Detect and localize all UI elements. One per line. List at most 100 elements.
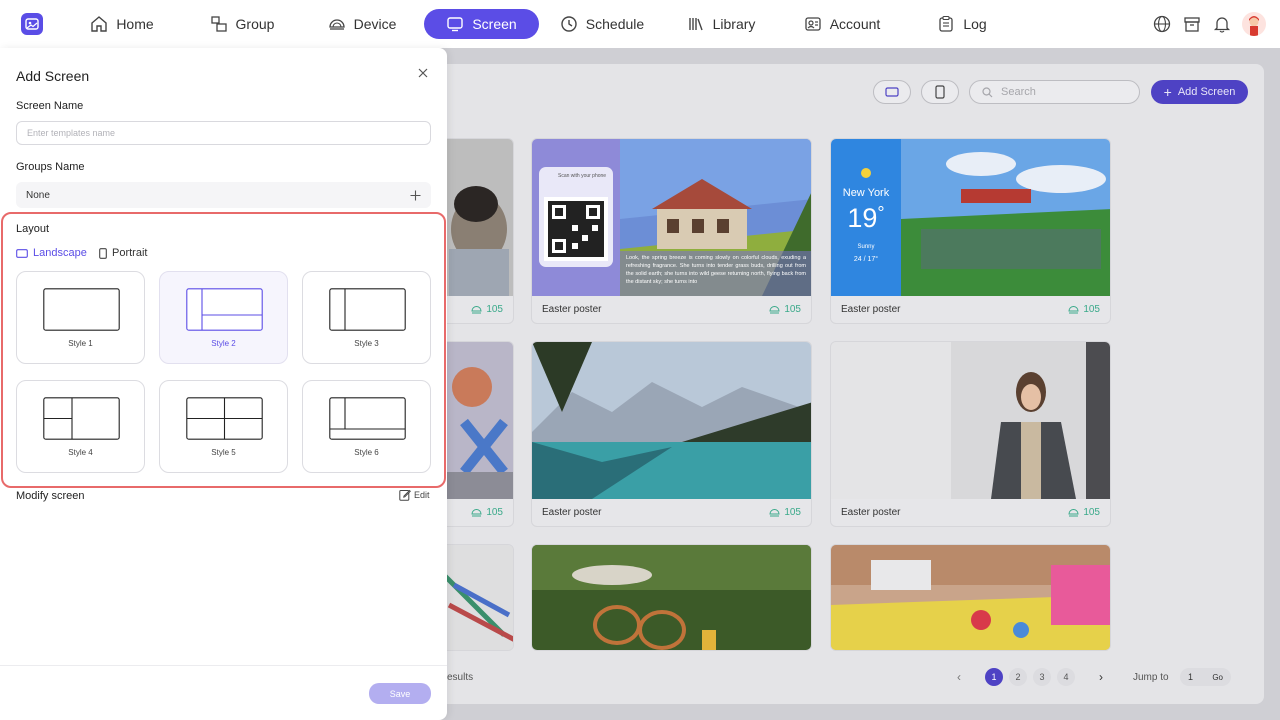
screen-name-label: Screen Name bbox=[16, 100, 84, 112]
layout-style-5-preview bbox=[186, 397, 263, 440]
card-title: Easter poster bbox=[542, 507, 602, 518]
screen-card[interactable]: Scan with your phone Look, the spring br… bbox=[531, 138, 812, 324]
nav-item-schedule[interactable]: Schedule bbox=[556, 9, 648, 39]
layout-style-1[interactable]: Style 1 bbox=[16, 271, 145, 364]
layout-style-6[interactable]: Style 6 bbox=[302, 380, 431, 473]
device-count-icon bbox=[1068, 306, 1079, 314]
weather-range: 24 / 17° bbox=[853, 256, 879, 263]
nav-label-device: Device bbox=[353, 16, 397, 32]
nav-item-screen[interactable]: Screen bbox=[424, 9, 539, 39]
go-button[interactable]: Go bbox=[1212, 673, 1223, 682]
landscape-icon bbox=[16, 248, 28, 258]
home-icon bbox=[91, 16, 108, 32]
screen-card[interactable]: Easter poster 105 bbox=[531, 341, 812, 527]
card-title: Easter poster bbox=[841, 304, 901, 315]
groups-select-value: None bbox=[26, 189, 50, 201]
weather-temp-value: 19 bbox=[847, 203, 878, 233]
account-icon bbox=[805, 17, 821, 31]
portrait-filter-button[interactable] bbox=[921, 80, 959, 104]
nav-label-library: Library bbox=[712, 16, 756, 32]
nav-item-log[interactable]: Log bbox=[930, 9, 994, 39]
next-page-icon[interactable]: › bbox=[1092, 670, 1110, 684]
plus-icon[interactable] bbox=[410, 190, 421, 201]
nav-item-library[interactable]: Library bbox=[681, 9, 761, 39]
card-title: Easter poster bbox=[542, 304, 602, 315]
weather-city: New York bbox=[842, 187, 890, 199]
group-icon bbox=[210, 16, 227, 32]
nav-item-account[interactable]: Account bbox=[797, 9, 887, 39]
jump-to-label: Jump to bbox=[1133, 672, 1169, 683]
app-logo-icon[interactable] bbox=[21, 13, 43, 35]
weather-condition: Sunny bbox=[857, 244, 875, 250]
add-screen-button[interactable]: + Add Screen bbox=[1151, 80, 1248, 104]
style-label: Style 5 bbox=[211, 448, 236, 457]
card-thumbnail-picnic bbox=[532, 545, 811, 650]
nav-label-log: Log bbox=[963, 16, 987, 32]
card-thumbnail-teacher bbox=[831, 342, 1110, 499]
results-text: esults bbox=[447, 672, 474, 683]
layout-style-1-preview bbox=[43, 288, 120, 331]
jump-to-input[interactable]: 1 Go bbox=[1180, 668, 1231, 686]
card-count: 105 bbox=[1068, 507, 1100, 518]
card-thumbnail-kids-craft bbox=[831, 545, 1110, 650]
card-quote-text: Look, the spring breeze is coming slowly… bbox=[626, 255, 806, 285]
style-label: Style 1 bbox=[68, 339, 93, 348]
layout-style-3[interactable]: Style 3 bbox=[302, 271, 431, 364]
card-count-value: 105 bbox=[1083, 507, 1100, 518]
top-nav-bar: Home Group Device Screen Schedule Librar… bbox=[0, 0, 1280, 48]
page-button[interactable]: 1 bbox=[985, 668, 1003, 686]
landscape-option[interactable]: Landscape bbox=[16, 247, 87, 259]
card-thumbnail-lake bbox=[532, 342, 811, 499]
nav-label-home: Home bbox=[116, 16, 154, 32]
landscape-filter-button[interactable] bbox=[873, 80, 911, 104]
groups-select[interactable]: None bbox=[16, 182, 431, 208]
page-button[interactable]: 2 bbox=[1009, 668, 1027, 686]
save-button[interactable]: Save bbox=[369, 683, 431, 704]
search-input[interactable]: Search bbox=[969, 80, 1140, 104]
add-screen-drawer: Add Screen Screen Name Enter templates n… bbox=[0, 48, 447, 720]
add-screen-label: Add Screen bbox=[1177, 86, 1236, 98]
screen-card[interactable] bbox=[830, 544, 1111, 651]
page-button[interactable]: 4 bbox=[1057, 668, 1075, 686]
library-icon bbox=[688, 18, 703, 31]
plus-icon: + bbox=[1163, 84, 1172, 100]
layout-style-2-preview bbox=[186, 288, 263, 331]
page-button[interactable]: 3 bbox=[1033, 668, 1051, 686]
card-count-value: 105 bbox=[486, 304, 503, 315]
edit-icon bbox=[399, 489, 411, 501]
screen-card[interactable]: New York 19° Sunny 24 / 17° Easter poste… bbox=[830, 138, 1111, 324]
card-title: Easter poster bbox=[841, 507, 901, 518]
device-count-icon bbox=[471, 509, 482, 517]
screen-name-input[interactable]: Enter templates name bbox=[16, 121, 431, 145]
portrait-option[interactable]: Portrait bbox=[99, 247, 147, 259]
nav-label-account: Account bbox=[829, 16, 881, 32]
globe-icon[interactable] bbox=[1152, 14, 1172, 34]
nav-item-device[interactable]: Device bbox=[321, 9, 403, 39]
close-icon[interactable] bbox=[415, 65, 431, 81]
layout-style-5[interactable]: Style 5 bbox=[159, 380, 288, 473]
nav-label-group: Group bbox=[235, 16, 275, 32]
nav-item-home[interactable]: Home bbox=[82, 9, 162, 39]
screen-card[interactable]: Easter poster 105 bbox=[830, 341, 1111, 527]
groups-name-label: Groups Name bbox=[16, 161, 85, 173]
layout-style-6-preview bbox=[329, 397, 406, 440]
layout-style-2[interactable]: Style 2 bbox=[159, 271, 288, 364]
top-right-actions bbox=[1152, 12, 1266, 36]
card-count: 105 bbox=[471, 304, 503, 315]
screen-card[interactable] bbox=[531, 544, 812, 651]
nav-item-group[interactable]: Group bbox=[202, 9, 282, 39]
landscape-label: Landscape bbox=[33, 247, 87, 259]
card-count: 105 bbox=[471, 507, 503, 518]
archive-icon[interactable] bbox=[1182, 14, 1202, 34]
edit-button[interactable]: Edit bbox=[399, 489, 430, 501]
qr-caption: Scan with your phone bbox=[558, 173, 607, 179]
avatar[interactable] bbox=[1242, 12, 1266, 36]
screen-icon bbox=[447, 17, 464, 32]
nav-label-schedule: Schedule bbox=[585, 16, 645, 32]
bell-icon[interactable] bbox=[1212, 14, 1232, 34]
layout-label: Layout bbox=[16, 223, 50, 235]
portrait-icon bbox=[935, 85, 945, 99]
screen-name-placeholder: Enter templates name bbox=[27, 128, 116, 138]
layout-style-4[interactable]: Style 4 bbox=[16, 380, 145, 473]
prev-page-icon[interactable]: ‹ bbox=[950, 670, 968, 684]
